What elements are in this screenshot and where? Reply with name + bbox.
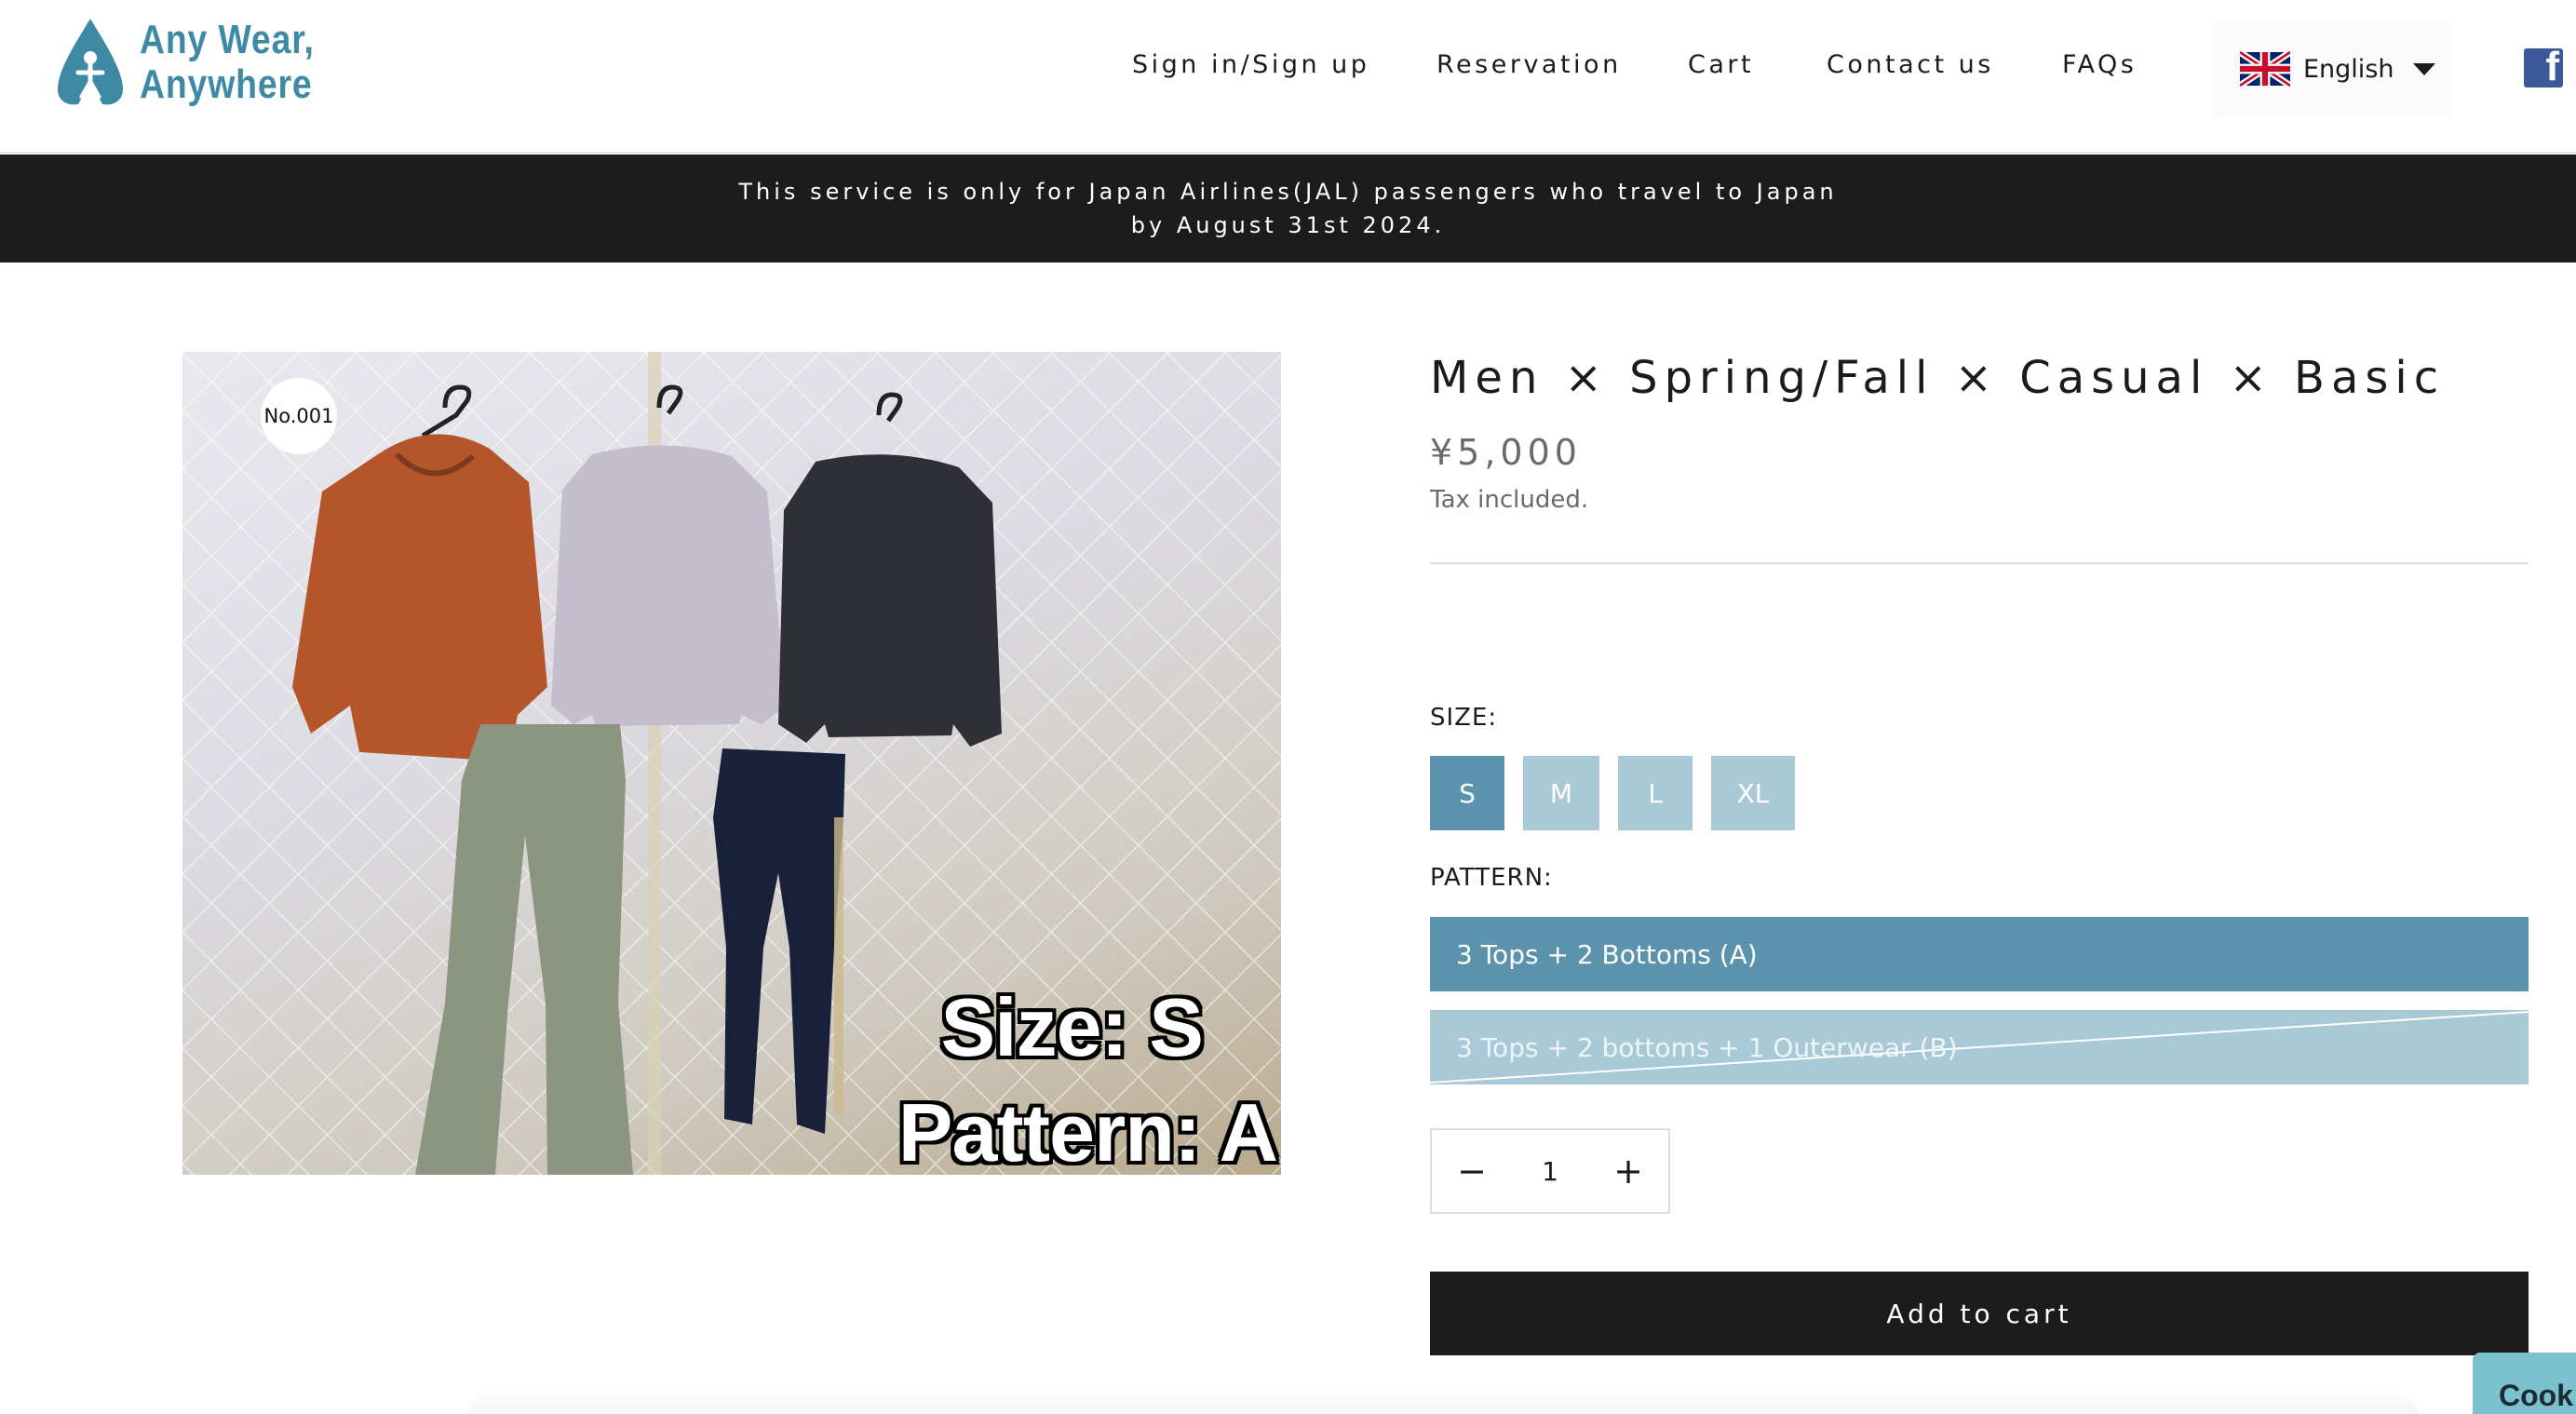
uk-flag-icon <box>2240 49 2290 88</box>
brand-name: Any Wear, Anywhere <box>140 18 315 107</box>
nav-reservation[interactable]: Reservation <box>1436 50 1622 79</box>
product-title: Men × Spring/Fall × Casual × Basic <box>1430 352 2446 404</box>
brand-logo[interactable]: Any Wear, Anywhere <box>54 17 345 108</box>
facebook-icon[interactable]: f <box>2524 48 2563 88</box>
add-to-cart-button[interactable]: Add to cart <box>1430 1272 2529 1355</box>
facebook-glyph: f <box>2545 48 2559 88</box>
language-selector[interactable]: English <box>2214 20 2452 117</box>
quantity-stepper: − 1 + <box>1430 1128 1670 1214</box>
product-image[interactable]: No.001 Size: S Pattern: A <box>182 352 1281 1175</box>
brand-name-line1: Any Wear, <box>140 17 315 62</box>
site-header: Any Wear, Anywhere Sign in/Sign up Reser… <box>0 0 2576 154</box>
announcement-line2: by August 31st 2024. <box>1130 212 1446 238</box>
quantity-decrease-button[interactable]: − <box>1432 1130 1512 1212</box>
pattern-option-b[interactable]: 3 Tops + 2 bottoms + 1 Outerwear (B) <box>1430 1010 2529 1084</box>
nav-faqs[interactable]: FAQs <box>2062 50 2137 79</box>
quantity-value[interactable]: 1 <box>1512 1156 1588 1187</box>
nav-sign-in[interactable]: Sign in/Sign up <box>1132 50 1369 79</box>
image-caption-pattern: Pattern: A <box>897 1086 1278 1175</box>
announcement-line1: This service is only for Japan Airlines(… <box>738 179 1838 205</box>
pattern-option-a-label: 3 Tops + 2 Bottoms (A) <box>1456 938 1758 970</box>
size-option-m[interactable]: M <box>1523 756 1599 830</box>
product-info: Men × Spring/Fall × Casual × Basic ¥5,00… <box>1430 352 2529 1355</box>
nav-cart[interactable]: Cart <box>1688 50 1754 79</box>
product-price: ¥5,000 <box>1430 432 1582 473</box>
quantity-increase-button[interactable]: + <box>1588 1130 1668 1212</box>
size-option-s[interactable]: S <box>1430 756 1504 830</box>
chevron-down-icon <box>2412 62 2435 75</box>
brand-name-line2: Anywhere <box>140 61 313 107</box>
size-options: S M L XL <box>1430 756 1795 830</box>
cookie-tab[interactable]: Cook <box>2473 1353 2576 1414</box>
divider <box>1430 562 2529 564</box>
size-option-xl[interactable]: XL <box>1711 756 1795 830</box>
announcement-bar: This service is only for Japan Airlines(… <box>0 155 2576 263</box>
language-label: English <box>2303 54 2394 84</box>
bottom-shadow <box>465 1387 2421 1414</box>
image-caption-size: Size: S <box>940 981 1204 1073</box>
pattern-option-b-label: 3 Tops + 2 bottoms + 1 Outerwear (B) <box>1456 1031 1958 1063</box>
brand-logo-icon <box>58 19 123 105</box>
pattern-label: PATTERN: <box>1430 864 1553 892</box>
nav-contact-us[interactable]: Contact us <box>1827 50 1994 79</box>
size-label: SIZE: <box>1430 704 1498 732</box>
pattern-option-a[interactable]: 3 Tops + 2 Bottoms (A) <box>1430 917 2529 991</box>
tax-note: Tax included. <box>1430 486 1589 514</box>
size-option-l[interactable]: L <box>1618 756 1693 830</box>
product-number-badge: No.001 <box>261 378 337 454</box>
